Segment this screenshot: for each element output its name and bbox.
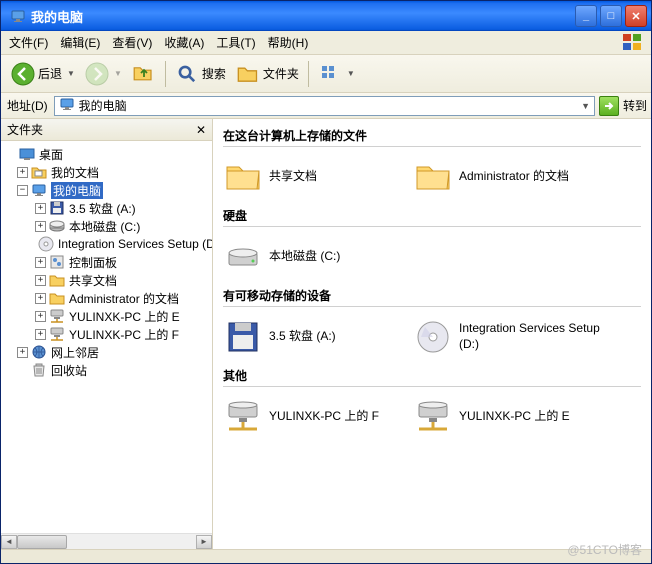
netdrive-icon [415,399,451,435]
minimize-button[interactable]: _ [575,5,597,27]
close-sidebar-button[interactable]: ✕ [196,123,206,137]
folder-icon [49,290,65,306]
forward-icon [85,62,109,86]
window-title: 我的电脑 [31,7,572,26]
chevron-down-icon: ▼ [114,69,122,78]
disk-icon [49,218,65,234]
tree-node-nete[interactable]: +YULINXK-PC 上的 E [1,307,212,325]
tree-node-recycle[interactable]: 回收站 [1,361,212,379]
forward-button[interactable]: ▼ [81,58,126,90]
app-icon [10,8,26,24]
back-icon [11,62,35,86]
tree-node-mydocs[interactable]: +我的文档 [1,163,212,181]
titlebar[interactable]: 我的电脑 _ □ ✕ [1,1,651,31]
folder-tree[interactable]: 桌面 +我的文档 −我的电脑 +3.5 软盘 (A:) +本地磁盘 (C:) I… [1,141,212,533]
folders-button[interactable]: 文件夹 [232,58,303,90]
windows-flag-icon [617,32,649,54]
search-icon [175,62,199,86]
menu-file[interactable]: 文件(F) [3,32,54,53]
menu-view[interactable]: 查看(V) [106,32,158,53]
floppy-icon [225,319,261,355]
tree-node-mycomputer[interactable]: −我的电脑 [1,181,212,199]
sidebar-header: 文件夹 ✕ [1,119,212,141]
tree-node-intsvc[interactable]: Integration Services Setup (D:) [1,235,212,253]
search-label: 搜索 [202,65,226,82]
chevron-down-icon[interactable]: ▼ [581,101,590,111]
folders-icon [236,62,260,86]
recycle-icon [31,362,47,378]
netdrive-icon [225,399,261,435]
section-header-hdd: 硬盘 [223,205,641,227]
computer-icon [59,96,75,115]
go-label: 转到 [623,97,647,114]
views-icon [318,62,342,86]
maximize-button[interactable]: □ [600,5,622,27]
menu-favorites[interactable]: 收藏(A) [158,32,210,53]
sidebar-scrollbar[interactable]: ◄► [1,533,212,549]
address-input[interactable]: 我的电脑 ▼ [54,96,595,116]
menubar: 文件(F) 编辑(E) 查看(V) 收藏(A) 工具(T) 帮助(H) [1,31,651,55]
menu-edit[interactable]: 编辑(E) [54,32,106,53]
explorer-window: 我的电脑 _ □ ✕ 文件(F) 编辑(E) 查看(V) 收藏(A) 工具(T)… [0,0,652,564]
views-button[interactable]: ▼ [314,58,359,90]
sidebar-title: 文件夹 [7,121,43,138]
computer-icon [31,182,47,198]
tree-node-network[interactable]: +网上邻居 [1,343,212,361]
floppy-icon [49,200,65,216]
tree-node-netf[interactable]: +YULINXK-PC 上的 F [1,325,212,343]
toolbar: 后退 ▼ ▼ 搜索 文件夹 ▼ [1,55,651,93]
desktop-icon [19,146,35,162]
section-header-files: 在这台计算机上存储的文件 [223,125,641,147]
chevron-down-icon: ▼ [67,69,75,78]
address-value: 我的电脑 [79,97,127,114]
item-nete[interactable]: YULINXK-PC 上的 E [413,395,603,439]
close-button[interactable]: ✕ [625,5,647,27]
section-header-removable: 有可移动存储的设备 [223,285,641,307]
item-local-c[interactable]: 本地磁盘 (C:) [223,235,413,279]
folders-sidebar: 文件夹 ✕ 桌面 +我的文档 −我的电脑 +3.5 软盘 (A:) +本地磁盘 … [1,119,213,549]
item-intsvc[interactable]: Integration Services Setup (D:) [413,315,603,359]
folder-icon [415,159,451,195]
item-netf[interactable]: YULINXK-PC 上的 F [223,395,413,439]
network-icon [31,344,47,360]
address-label: 地址(D) [5,97,50,114]
tree-node-floppy[interactable]: +3.5 软盘 (A:) [1,199,212,217]
content-area: 文件夹 ✕ 桌面 +我的文档 −我的电脑 +3.5 软盘 (A:) +本地磁盘 … [1,119,651,549]
folder-icon [49,272,65,288]
tree-node-desktop[interactable]: 桌面 [1,145,212,163]
menu-tools[interactable]: 工具(T) [210,32,261,53]
go-button[interactable] [599,96,619,116]
cd-icon [38,236,54,252]
main-content[interactable]: 在这台计算机上存储的文件 共享文档 Administrator 的文档 硬盘 本… [213,119,651,549]
back-button[interactable]: 后退 ▼ [7,58,79,90]
tree-node-cpanel[interactable]: +控制面板 [1,253,212,271]
menu-help[interactable]: 帮助(H) [262,32,315,53]
separator [165,61,166,87]
folder-icon [225,159,261,195]
item-floppy[interactable]: 3.5 软盘 (A:) [223,315,413,359]
item-admin-docs[interactable]: Administrator 的文档 [413,155,603,199]
mydocs-icon [31,164,47,180]
up-button[interactable] [128,58,160,90]
section-header-other: 其他 [223,365,641,387]
cpanel-icon [49,254,65,270]
statusbar [1,549,651,563]
chevron-down-icon: ▼ [347,69,355,78]
tree-node-admin[interactable]: +Administrator 的文档 [1,289,212,307]
netdrive-icon [49,326,65,342]
address-bar: 地址(D) 我的电脑 ▼ 转到 [1,93,651,119]
hdd-icon [225,239,261,275]
netdrive-icon [49,308,65,324]
separator [308,61,309,87]
search-button[interactable]: 搜索 [171,58,230,90]
folder-up-icon [132,62,156,86]
tree-node-shared[interactable]: +共享文档 [1,271,212,289]
cd-icon [415,319,451,355]
back-label: 后退 [38,65,62,82]
folders-label: 文件夹 [263,65,299,82]
item-shared-docs[interactable]: 共享文档 [223,155,413,199]
tree-node-localc[interactable]: +本地磁盘 (C:) [1,217,212,235]
